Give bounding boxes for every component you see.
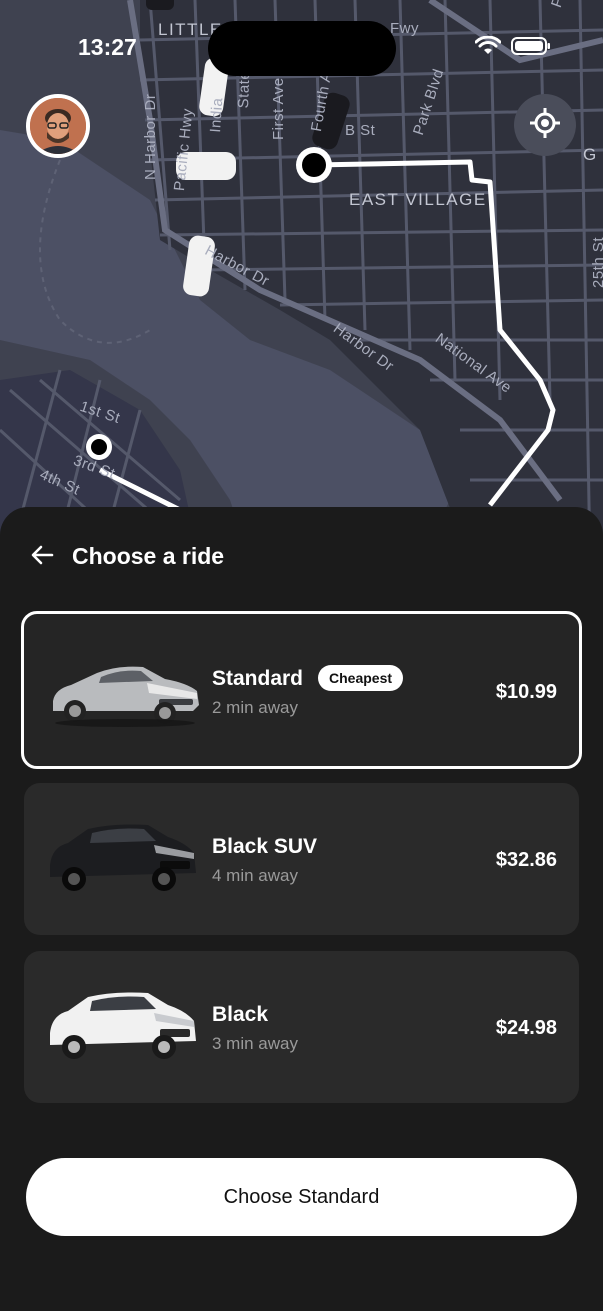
dynamic-island [208, 21, 396, 76]
cheapest-badge: Cheapest [318, 665, 404, 691]
ride-name: Standard [212, 667, 304, 690]
ride-name: Black [212, 1003, 269, 1026]
map-label: N Harbor Dr [142, 93, 159, 180]
suv-car-icon [50, 992, 196, 1059]
ride-option-black[interactable]: Black 3 min away $24.98 [24, 951, 579, 1103]
crosshair-icon [528, 106, 562, 145]
map-label: State [235, 70, 254, 109]
map-label: Fwy [390, 20, 419, 37]
ride-sheet: Choose a ride Standard Cheapest 2 min aw… [0, 507, 603, 1311]
ride-eta: 3 min away [212, 1034, 298, 1053]
ride-name: Black SUV [212, 835, 318, 858]
choose-ride-button[interactable]: Choose Standard [26, 1158, 577, 1236]
arrow-left-icon [30, 543, 54, 572]
ride-option-standard[interactable]: Standard Cheapest 2 min away $10.99 [21, 611, 582, 769]
map-label: 25th St [590, 236, 603, 288]
locate-button[interactable] [514, 94, 576, 156]
map-canvas [0, 0, 603, 560]
avatar[interactable] [26, 94, 90, 158]
ride-price: $32.86 [495, 849, 557, 871]
map-view[interactable]: LITTLE Fwy Pershing Dr B St EAST VILLAGE… [0, 0, 603, 560]
page-title: Choose a ride [72, 543, 225, 569]
map-label: India [207, 97, 227, 134]
ride-eta: 4 min away [212, 866, 298, 885]
sedan-car-icon [53, 666, 199, 727]
map-label: First Ave [270, 77, 287, 140]
status-icons [474, 35, 551, 61]
map-label: B St [345, 122, 376, 139]
ride-price: $10.99 [495, 681, 557, 703]
suv-car-icon [50, 824, 196, 891]
map-label: EAST VILLAGE [349, 190, 487, 209]
status-time: 13:27 [78, 34, 137, 60]
back-button[interactable] [28, 543, 56, 571]
ride-price: $24.98 [495, 1017, 557, 1039]
map-label: G [583, 145, 598, 164]
ride-option-black-suv[interactable]: Black SUV 4 min away $32.86 [24, 783, 579, 935]
profile-photo [30, 98, 86, 154]
wifi-icon [474, 35, 502, 61]
ride-eta: 2 min away [212, 698, 298, 717]
battery-icon [511, 36, 551, 61]
